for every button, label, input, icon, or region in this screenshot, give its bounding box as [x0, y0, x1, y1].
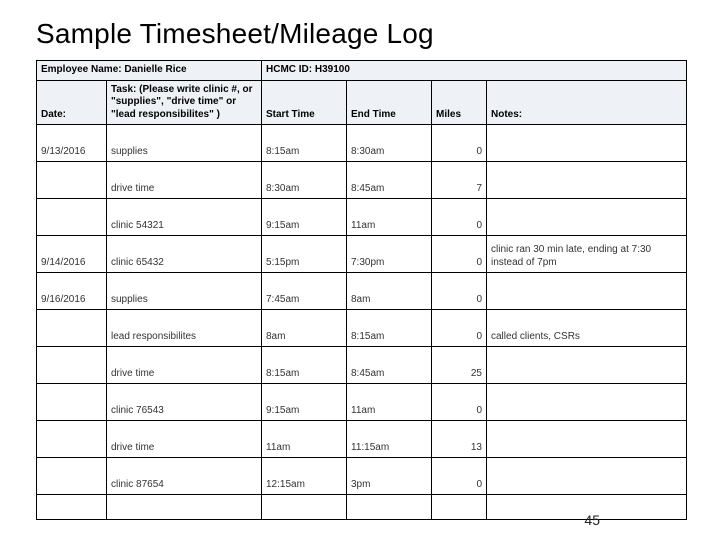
cell-notes: [487, 384, 687, 421]
cell-end: 8am: [347, 273, 432, 310]
cell-notes: [487, 162, 687, 199]
cell-task: supplies: [107, 273, 262, 310]
col-miles-header: Miles: [432, 80, 487, 125]
cell-notes: [487, 347, 687, 384]
cell-task: clinic 87654: [107, 458, 262, 495]
cell-date: [37, 347, 107, 384]
cell-start: 11am: [262, 421, 347, 458]
cell-start: 7:45am: [262, 273, 347, 310]
cell-miles: 7: [432, 162, 487, 199]
col-notes-header: Notes:: [487, 80, 687, 125]
cell-start: 9:15am: [262, 384, 347, 421]
table-row: 9/13/2016 supplies 8:15am 8:30am 0: [37, 125, 687, 162]
cell-task: clinic 65432: [107, 236, 262, 273]
cell-task: supplies: [107, 125, 262, 162]
cell-date: [37, 384, 107, 421]
slide-title: Sample Timesheet/Mileage Log: [36, 18, 690, 50]
cell-end: 11am: [347, 384, 432, 421]
cell-notes: [487, 273, 687, 310]
cell-end: 7:30pm: [347, 236, 432, 273]
cell-start: 9:15am: [262, 199, 347, 236]
table-row: drive time 8:15am 8:45am 25: [37, 347, 687, 384]
header-row-2: Date: Task: (Please write clinic #, or "…: [37, 80, 687, 125]
cell-miles: 0: [432, 310, 487, 347]
cell-start: 8:30am: [262, 162, 347, 199]
table-row: 9/16/2016 supplies 7:45am 8am 0: [37, 273, 687, 310]
page-number: 45: [584, 512, 600, 528]
timesheet-wrap: Employee Name: Danielle Rice HCMC ID: H3…: [36, 60, 690, 520]
cell-start: 12:15am: [262, 458, 347, 495]
cell-task: clinic 54321: [107, 199, 262, 236]
cell-notes: clinic ran 30 min late, ending at 7:30 i…: [487, 236, 687, 273]
cell-notes: [487, 199, 687, 236]
cell-miles: 0: [432, 236, 487, 273]
cell-miles: 0: [432, 273, 487, 310]
cell-date: 9/14/2016: [37, 236, 107, 273]
cell-notes: called clients, CSRs: [487, 310, 687, 347]
cell-miles: 0: [432, 384, 487, 421]
cell-task: drive time: [107, 347, 262, 384]
table-row: clinic 76543 9:15am 11am 0: [37, 384, 687, 421]
cell-end: 11:15am: [347, 421, 432, 458]
col-date-header: Date:: [37, 80, 107, 125]
cell-date: [37, 162, 107, 199]
cell-start: 8:15am: [262, 347, 347, 384]
cell-miles: 13: [432, 421, 487, 458]
cell-task: drive time: [107, 421, 262, 458]
timesheet-body: 9/13/2016 supplies 8:15am 8:30am 0 drive…: [37, 125, 687, 520]
cell-start: 8:15am: [262, 125, 347, 162]
cell-date: 9/16/2016: [37, 273, 107, 310]
cell-date: [37, 458, 107, 495]
table-row: clinic 54321 9:15am 11am 0: [37, 199, 687, 236]
cell-miles: 0: [432, 199, 487, 236]
cell-notes: [487, 421, 687, 458]
table-row: drive time 8:30am 8:45am 7: [37, 162, 687, 199]
cell-date: [37, 421, 107, 458]
col-start-header: Start Time: [262, 80, 347, 125]
cell-miles: 25: [432, 347, 487, 384]
cell-task: lead responsibilites: [107, 310, 262, 347]
cell-end: 11am: [347, 199, 432, 236]
cell-miles: 0: [432, 125, 487, 162]
header-row-1: Employee Name: Danielle Rice HCMC ID: H3…: [37, 61, 687, 81]
cell-end: 8:30am: [347, 125, 432, 162]
table-row: clinic 87654 12:15am 3pm 0: [37, 458, 687, 495]
cell-task: drive time: [107, 162, 262, 199]
cell-end: 8:45am: [347, 162, 432, 199]
employee-name-header: Employee Name: Danielle Rice: [37, 61, 262, 81]
table-row: drive time 11am 11:15am 13: [37, 421, 687, 458]
cell-notes: [487, 125, 687, 162]
cell-notes: [487, 458, 687, 495]
hcmc-id-header: HCMC ID: H39100: [262, 61, 687, 81]
cell-start: 5:15pm: [262, 236, 347, 273]
table-row: 9/14/2016 clinic 65432 5:15pm 7:30pm 0 c…: [37, 236, 687, 273]
col-task-header: Task: (Please write clinic #, or "suppli…: [107, 80, 262, 125]
cell-date: [37, 199, 107, 236]
slide: Sample Timesheet/Mileage Log Employee Na…: [0, 0, 720, 540]
cell-date: [37, 310, 107, 347]
cell-end: 8:15am: [347, 310, 432, 347]
cell-date: 9/13/2016: [37, 125, 107, 162]
cell-miles: 0: [432, 458, 487, 495]
col-end-header: End Time: [347, 80, 432, 125]
cell-start: 8am: [262, 310, 347, 347]
cell-end: 8:45am: [347, 347, 432, 384]
cell-task: clinic 76543: [107, 384, 262, 421]
cell-end: 3pm: [347, 458, 432, 495]
table-row: lead responsibilites 8am 8:15am 0 called…: [37, 310, 687, 347]
timesheet-table: Employee Name: Danielle Rice HCMC ID: H3…: [36, 60, 687, 520]
